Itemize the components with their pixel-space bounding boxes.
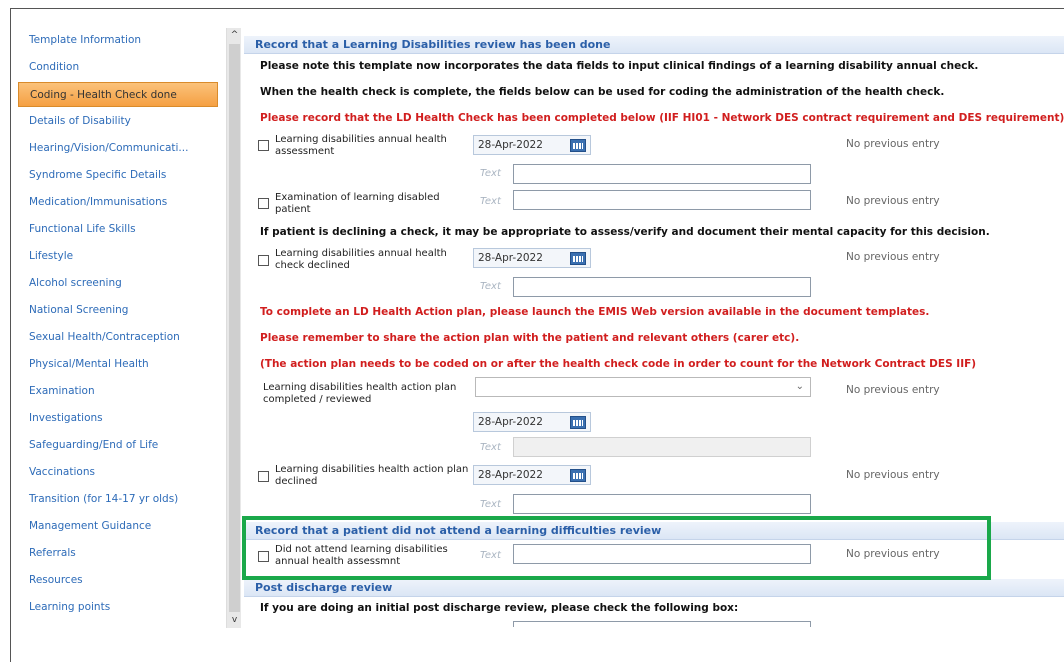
action-plan-declined-checkbox[interactable] (258, 471, 269, 482)
field-label: Learning disabilities health action plan… (275, 464, 469, 487)
field-label: Examination of learning disabled patient (275, 192, 440, 215)
sidebar-scrollbar[interactable]: ^ v (226, 28, 241, 628)
field-label: Learning disabilities annual health chec… (275, 248, 447, 271)
date-value: 28-Apr-2022 (478, 469, 543, 481)
sidebar-item[interactable]: Safeguarding/End of Life (18, 432, 224, 459)
date-field[interactable]: 28-Apr-2022 (473, 412, 591, 432)
info-note: If patient is declining a check, it may … (260, 226, 990, 238)
calendar-icon[interactable] (570, 252, 586, 265)
sidebar-item[interactable]: Condition (18, 54, 224, 81)
sidebar-item[interactable]: Syndrome Specific Details (18, 162, 224, 189)
section-header-ld-review: Record that a Learning Disabilities revi… (244, 36, 1064, 54)
text-label: Text (480, 196, 501, 207)
text-input[interactable] (513, 544, 811, 564)
date-value: 28-Apr-2022 (478, 416, 543, 428)
date-value: 28-Apr-2022 (478, 252, 543, 264)
previous-entry: No previous entry (846, 548, 940, 560)
calendar-icon[interactable] (570, 139, 586, 152)
text-input[interactable] (513, 621, 811, 627)
sidebar-item[interactable]: Alcohol screening (18, 270, 224, 297)
text-input[interactable] (513, 190, 811, 210)
sidebar-item[interactable]: Management Guidance (18, 513, 224, 540)
sidebar-item[interactable]: National Screening (18, 297, 224, 324)
chevron-down-icon: ⌄ (795, 381, 804, 392)
section-header-post-discharge: Post discharge review (244, 579, 1064, 597)
sidebar-item[interactable]: Referrals (18, 540, 224, 567)
sidebar-item[interactable]: Physical/Mental Health (18, 351, 224, 378)
previous-entry: No previous entry (846, 384, 940, 396)
sidebar-item[interactable]: Examination (18, 378, 224, 405)
main-panel: Record that a Learning Disabilities revi… (244, 27, 1064, 627)
text-input[interactable] (513, 277, 811, 297)
scroll-up-icon[interactable]: ^ (227, 28, 242, 43)
info-note: Please note this template now incorporat… (260, 60, 979, 72)
info-note: If you are doing an initial post dischar… (260, 602, 739, 614)
warning-note: (The action plan needs to be coded on or… (260, 358, 977, 370)
field-label: Learning disabilities health action plan… (263, 382, 457, 405)
sidebar-item[interactable]: Hearing/Vision/Communicati... (18, 135, 224, 162)
sidebar-item[interactable]: Vaccinations (18, 459, 224, 486)
date-field[interactable]: 28-Apr-2022 (473, 135, 591, 155)
dna-ld-assessment-checkbox[interactable] (258, 551, 269, 562)
field-label: Learning disabilities annual health asse… (275, 134, 447, 157)
ld-check-declined-checkbox[interactable] (258, 255, 269, 266)
text-label: Text (480, 499, 501, 510)
scroll-thumb[interactable] (229, 44, 240, 612)
warning-note: Please record that the LD Health Check h… (260, 112, 1064, 124)
previous-entry: No previous entry (846, 469, 940, 481)
date-field[interactable]: 28-Apr-2022 (473, 465, 591, 485)
section-header-dna-review: Record that a patient did not attend a l… (244, 522, 1064, 540)
warning-note: Please remember to share the action plan… (260, 332, 800, 344)
field-label: Did not attend learning disabilities ann… (275, 544, 448, 567)
date-field[interactable]: 28-Apr-2022 (473, 248, 591, 268)
text-input[interactable] (513, 494, 811, 514)
ld-annual-health-assessment-checkbox[interactable] (258, 140, 269, 151)
examination-ld-patient-checkbox[interactable] (258, 198, 269, 209)
sidebar-item[interactable]: Template Information (18, 27, 224, 54)
previous-entry: No previous entry (846, 195, 940, 207)
date-value: 28-Apr-2022 (478, 139, 543, 151)
sidebar-item[interactable]: Investigations (18, 405, 224, 432)
sidebar-item[interactable]: Lifestyle (18, 243, 224, 270)
previous-entry: No previous entry (846, 138, 940, 150)
sidebar-item[interactable]: Medication/Immunisations (18, 189, 224, 216)
text-label: Text (480, 550, 501, 561)
action-plan-dropdown[interactable]: ⌄ (475, 377, 811, 397)
text-input[interactable] (513, 437, 811, 457)
sidebar-item[interactable]: Transition (for 14-17 yr olds) (18, 486, 224, 513)
sidebar-item[interactable]: Learning points (18, 594, 224, 621)
sidebar-item[interactable]: Sexual Health/Contraception (18, 324, 224, 351)
sidebar-nav: Template Information Condition Coding - He… (18, 27, 224, 627)
sidebar-item[interactable]: Coding - Health Check done (18, 82, 218, 107)
scroll-down-icon[interactable]: v (227, 613, 242, 628)
info-note: When the health check is complete, the f… (260, 86, 945, 98)
previous-entry: No previous entry (846, 251, 940, 263)
warning-note: To complete an LD Health Action plan, pl… (260, 306, 930, 318)
sidebar-item[interactable]: Resources (18, 567, 224, 594)
calendar-icon[interactable] (570, 469, 586, 482)
text-label: Text (480, 281, 501, 292)
text-input[interactable] (513, 164, 811, 184)
text-label: Text (480, 168, 501, 179)
calendar-icon[interactable] (570, 416, 586, 429)
sidebar-item[interactable]: Details of Disability (18, 108, 224, 135)
text-label: Text (480, 442, 501, 453)
sidebar-item[interactable]: Functional Life Skills (18, 216, 224, 243)
